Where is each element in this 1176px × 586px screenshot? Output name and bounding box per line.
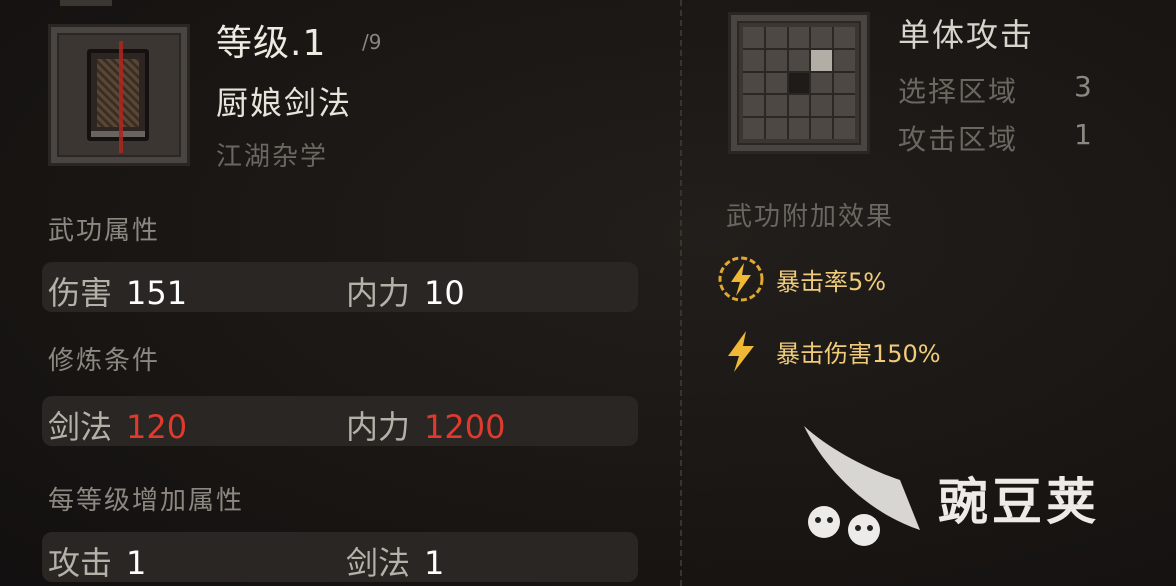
effect-crit-damage: 暴击伤害150% <box>776 339 941 368</box>
attributes-title: 武功属性 <box>48 216 161 246</box>
skill-level: 等级.1 <box>216 23 327 64</box>
skill-detail-panel: 等级.1 /9 厨娘剑法 江湖杂学 武功属性 伤害 151 内力 10 修炼条件 剑… <box>0 0 1176 586</box>
requirement-sword: 剑法 120 <box>48 408 188 446</box>
effect-item: 暴击伤害150% <box>716 326 941 376</box>
skill-book-frame[interactable] <box>48 24 190 166</box>
watermark-text: 豌豆荚 <box>938 473 1100 531</box>
per-level-row: 攻击 1 剑法 1 <box>42 532 638 582</box>
attack-type: 单体攻击 <box>898 16 1035 54</box>
per-level-sword: 剑法 1 <box>346 544 445 582</box>
requirement-internal-force: 内力 1200 <box>346 408 506 446</box>
lightning-icon <box>728 331 754 372</box>
attack-area-value: 1 <box>1074 118 1092 151</box>
attribute-damage: 伤害 151 <box>48 274 188 312</box>
effect-crit-rate: 暴击率5% <box>776 267 887 296</box>
attack-area-label: 攻击区域 <box>898 123 1019 156</box>
per-level-attack: 攻击 1 <box>48 544 147 582</box>
panel-divider <box>680 0 682 586</box>
select-area-label: 选择区域 <box>898 75 1019 108</box>
per-level-title: 每等级增加属性 <box>48 486 245 516</box>
top-tab-stub <box>60 0 112 6</box>
requirements-title: 修炼条件 <box>48 346 161 376</box>
attribute-internal-force: 内力 10 <box>346 274 465 312</box>
requirements-row: 剑法 120 内力 1200 <box>42 396 638 446</box>
select-area-value: 3 <box>1074 70 1092 103</box>
attributes-row: 伤害 151 内力 10 <box>42 262 638 312</box>
skill-max-level: /9 <box>362 30 382 54</box>
effect-item: 暴击率5% <box>716 254 886 304</box>
book-icon <box>87 41 149 153</box>
effects-title: 武功附加效果 <box>726 202 895 232</box>
attack-range-grid <box>728 12 870 154</box>
skill-name: 厨娘剑法 <box>216 84 353 122</box>
skill-category: 江湖杂学 <box>216 142 329 172</box>
lightning-circle-icon <box>718 256 764 302</box>
